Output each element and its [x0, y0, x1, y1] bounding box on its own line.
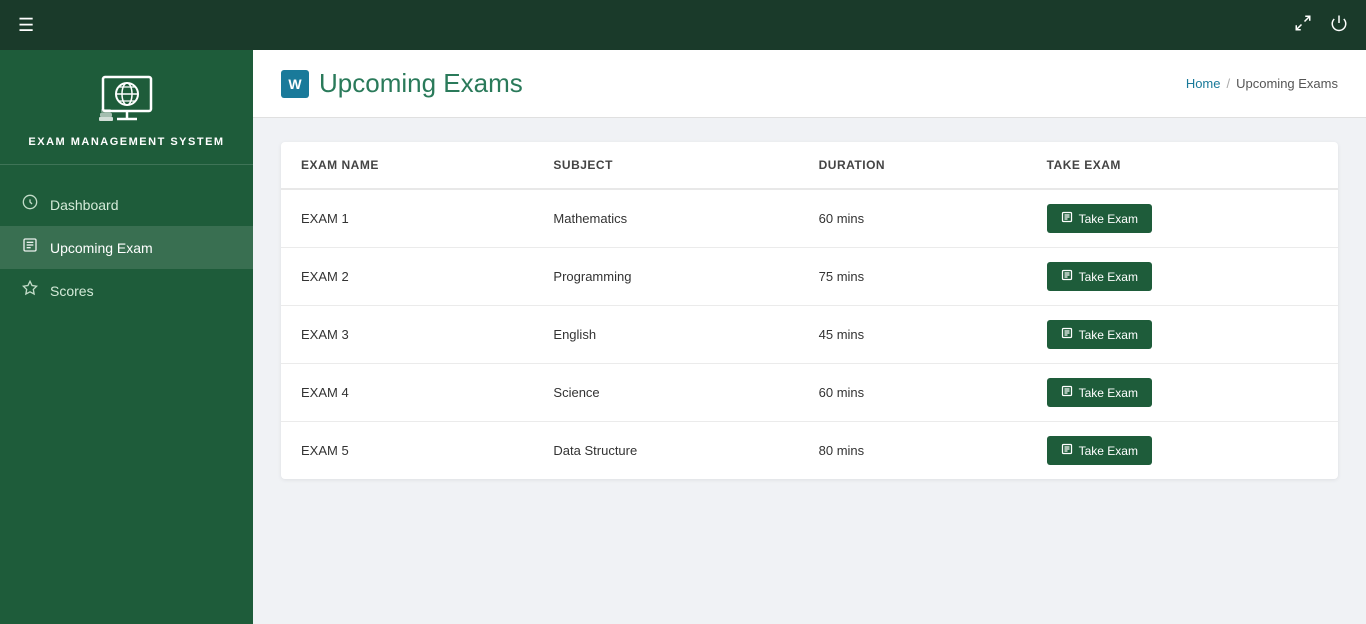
power-icon[interactable]: [1330, 14, 1348, 37]
breadcrumb-home-link[interactable]: Home: [1186, 76, 1221, 91]
cell-subject: Science: [533, 364, 798, 422]
take-exam-btn-label: Take Exam: [1079, 386, 1138, 400]
upcoming-exam-icon: [22, 237, 38, 258]
take-exam-button[interactable]: Take Exam: [1047, 320, 1152, 349]
table-row: EXAM 1Mathematics60 mins Take Exam: [281, 189, 1338, 248]
breadcrumb-current: Upcoming Exams: [1236, 76, 1338, 91]
take-exam-button[interactable]: Take Exam: [1047, 378, 1152, 407]
col-duration: DURATION: [799, 142, 1027, 189]
breadcrumb-separator: /: [1227, 76, 1231, 91]
sidebar-logo: Exam Management System: [0, 50, 253, 165]
exams-table-card: EXAM NAME SUBJECT DURATION TAKE EXAM EXA…: [281, 142, 1338, 479]
fullscreen-icon[interactable]: [1294, 14, 1312, 37]
table-row: EXAM 3English45 mins Take Exam: [281, 306, 1338, 364]
take-exam-button[interactable]: Take Exam: [1047, 436, 1152, 465]
sidebar-item-dashboard[interactable]: Dashboard: [0, 183, 253, 226]
sidebar-item-upcoming-exam-label: Upcoming Exam: [50, 240, 153, 256]
cell-duration: 60 mins: [799, 189, 1027, 248]
take-exam-btn-icon: [1061, 385, 1073, 400]
main-layout: Exam Management System Dashboard: [0, 50, 1366, 624]
cell-exam-name: EXAM 3: [281, 306, 533, 364]
take-exam-btn-icon: [1061, 443, 1073, 458]
table-row: EXAM 2Programming75 mins Take Exam: [281, 248, 1338, 306]
logo-icon: [92, 70, 162, 130]
cell-exam-name: EXAM 4: [281, 364, 533, 422]
table-header-row: EXAM NAME SUBJECT DURATION TAKE EXAM: [281, 142, 1338, 189]
cell-take-exam: Take Exam: [1027, 364, 1338, 422]
take-exam-button[interactable]: Take Exam: [1047, 262, 1152, 291]
exams-table: EXAM NAME SUBJECT DURATION TAKE EXAM EXA…: [281, 142, 1338, 479]
sidebar-item-scores-label: Scores: [50, 283, 94, 299]
cell-exam-name: EXAM 5: [281, 422, 533, 480]
cell-take-exam: Take Exam: [1027, 248, 1338, 306]
take-exam-btn-label: Take Exam: [1079, 270, 1138, 284]
cell-subject: Mathematics: [533, 189, 798, 248]
sidebar-item-upcoming-exam[interactable]: Upcoming Exam: [0, 226, 253, 269]
take-exam-btn-icon: [1061, 211, 1073, 226]
topbar-left: ☰: [18, 15, 34, 36]
page-header: W Upcoming Exams Home / Upcoming Exams: [253, 50, 1366, 118]
cell-take-exam: Take Exam: [1027, 189, 1338, 248]
page-title: Upcoming Exams: [319, 68, 523, 99]
cell-subject: Programming: [533, 248, 798, 306]
sidebar: Exam Management System Dashboard: [0, 50, 253, 624]
content-area: W Upcoming Exams Home / Upcoming Exams E…: [253, 50, 1366, 624]
col-subject: SUBJECT: [533, 142, 798, 189]
cell-duration: 45 mins: [799, 306, 1027, 364]
table-row: EXAM 5Data Structure80 mins Take Exam: [281, 422, 1338, 480]
cell-duration: 60 mins: [799, 364, 1027, 422]
sidebar-nav: Dashboard Upcoming Exam: [0, 165, 253, 330]
cell-subject: English: [533, 306, 798, 364]
take-exam-btn-label: Take Exam: [1079, 212, 1138, 226]
col-exam-name: EXAM NAME: [281, 142, 533, 189]
breadcrumb: Home / Upcoming Exams: [1186, 76, 1338, 91]
topbar-right: [1294, 14, 1348, 37]
cell-take-exam: Take Exam: [1027, 306, 1338, 364]
table-row: EXAM 4Science60 mins Take Exam: [281, 364, 1338, 422]
cell-take-exam: Take Exam: [1027, 422, 1338, 480]
scores-icon: [22, 280, 38, 301]
take-exam-btn-label: Take Exam: [1079, 328, 1138, 342]
cell-subject: Data Structure: [533, 422, 798, 480]
cell-duration: 75 mins: [799, 248, 1027, 306]
take-exam-btn-icon: [1061, 327, 1073, 342]
dashboard-icon: [22, 194, 38, 215]
cell-duration: 80 mins: [799, 422, 1027, 480]
page-title-wrap: W Upcoming Exams: [281, 68, 523, 99]
cell-exam-name: EXAM 1: [281, 189, 533, 248]
take-exam-btn-label: Take Exam: [1079, 444, 1138, 458]
topbar: ☰: [0, 0, 1366, 50]
sidebar-item-dashboard-label: Dashboard: [50, 197, 119, 213]
sidebar-app-title: Exam Management System: [28, 136, 224, 148]
take-exam-btn-icon: [1061, 269, 1073, 284]
col-take-exam: TAKE EXAM: [1027, 142, 1338, 189]
hamburger-icon[interactable]: ☰: [18, 15, 34, 36]
cell-exam-name: EXAM 2: [281, 248, 533, 306]
sidebar-item-scores[interactable]: Scores: [0, 269, 253, 312]
take-exam-button[interactable]: Take Exam: [1047, 204, 1152, 233]
page-title-icon: W: [281, 70, 309, 98]
